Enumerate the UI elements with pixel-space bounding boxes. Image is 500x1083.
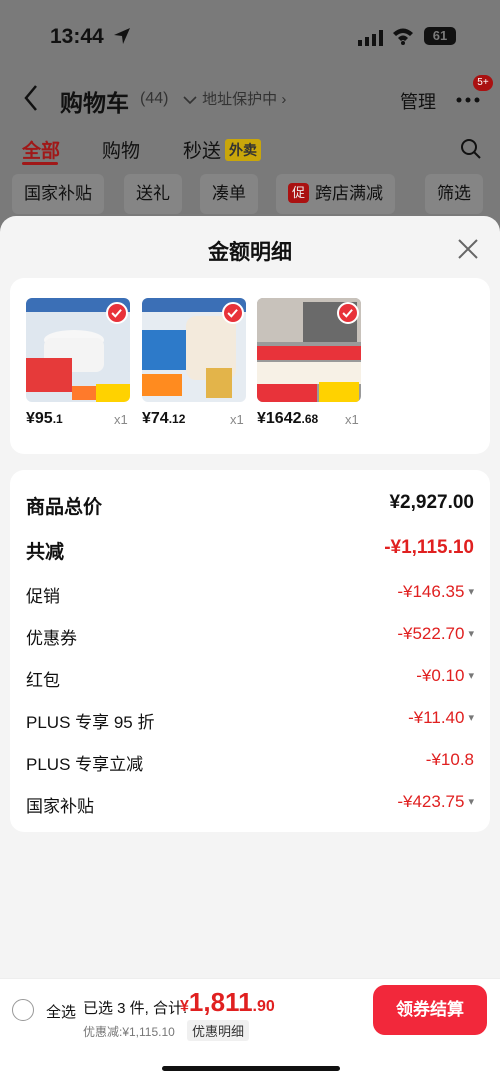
- price-integer: ¥1642: [257, 410, 302, 427]
- chip-gift[interactable]: 送礼: [124, 174, 182, 214]
- tab-shopping[interactable]: 购物: [102, 136, 140, 163]
- select-all-label[interactable]: 全选: [46, 1001, 76, 1022]
- address-protection[interactable]: 地址保护中 ›: [182, 88, 286, 109]
- summary-value: -¥11.40: [408, 708, 465, 727]
- address-label: 地址保护中 ›: [202, 91, 287, 108]
- chip-add-on[interactable]: 凑单: [200, 174, 258, 214]
- category-tabs: 全部 购物 秒送 外卖: [0, 132, 500, 166]
- status-bar: 13:44 61: [0, 0, 500, 70]
- manage-button[interactable]: 管理: [400, 88, 436, 114]
- summary-value-wrap: -¥11.40 ▾: [408, 708, 474, 728]
- summary-row-plus-discount[interactable]: PLUS 专享 95 折 -¥11.40 ▾: [26, 704, 474, 734]
- select-all-checkbox[interactable]: [12, 999, 34, 1021]
- summary-row-reduction: 共减 -¥1,115.10: [26, 533, 474, 563]
- checked-icon: [337, 302, 359, 324]
- active-tab-indicator: [22, 162, 58, 165]
- summary-value: -¥522.70: [397, 624, 465, 643]
- signal-icon: [358, 30, 383, 46]
- chip-national-subsidy[interactable]: 国家补贴: [12, 174, 104, 214]
- summary-value: -¥10.8: [425, 750, 474, 769]
- close-icon[interactable]: [456, 237, 480, 261]
- price-decimal: .12: [168, 412, 186, 426]
- discount-detail-link[interactable]: 优惠明细: [187, 1020, 250, 1041]
- selected-count: 已选 3 件, 合计:: [83, 1000, 188, 1017]
- price-decimal: .68: [301, 412, 319, 426]
- checkout-button[interactable]: 领券结算: [373, 985, 487, 1035]
- product-price: ¥95.1: [26, 410, 146, 428]
- product-quantity: x1: [230, 412, 244, 427]
- status-time: 13:44: [50, 25, 104, 48]
- summary-value: -¥423.75: [397, 792, 465, 811]
- summary-row-promotion[interactable]: 促销 -¥146.35 ▾: [26, 578, 474, 608]
- summary-value: ¥2,927.00: [389, 492, 474, 513]
- total-decimal: .90: [252, 998, 275, 1015]
- checked-icon: [106, 302, 128, 324]
- chip-cross-store[interactable]: 促跨店满减: [276, 174, 396, 214]
- price-summary-card: 商品总价 ¥2,927.00 共减 -¥1,115.10 促销 -¥146.35…: [10, 470, 490, 832]
- summary-value-wrap: -¥0.10 ▾: [416, 666, 474, 686]
- summary-label: 商品总价: [26, 497, 103, 518]
- checked-icon: [222, 302, 244, 324]
- cart-count: (44): [140, 90, 169, 107]
- promo-tag: 促: [288, 183, 310, 203]
- filter-chips: 国家补贴 送礼 凑单 促跨店满减 筛选: [0, 174, 500, 216]
- chevron-down-icon: [183, 96, 197, 105]
- summary-label: 促销: [26, 587, 60, 606]
- tab-instant-delivery-label: 秒送: [183, 141, 222, 162]
- summary-label: 优惠券: [26, 629, 77, 648]
- location-arrow-icon: [114, 28, 130, 44]
- takeout-tag: 外卖: [225, 139, 262, 161]
- page-title: 购物车: [60, 90, 129, 116]
- currency-symbol: ¥: [180, 998, 189, 1015]
- summary-value-wrap: -¥146.35 ▾: [397, 582, 474, 602]
- wifi-icon: [393, 28, 413, 45]
- battery-icon: 61: [424, 27, 456, 45]
- back-arrow-icon[interactable]: [22, 84, 40, 112]
- tab-all[interactable]: 全部: [22, 136, 60, 163]
- summary-value: -¥146.35: [397, 582, 465, 601]
- summary-label: PLUS 专享立减: [26, 755, 144, 774]
- summary-label: PLUS 专享 95 折: [26, 713, 155, 732]
- product-quantity: x1: [114, 412, 128, 427]
- product-quantity: x1: [345, 412, 359, 427]
- price-integer: ¥95: [26, 410, 53, 427]
- summary-value: -¥0.10: [416, 666, 465, 685]
- nav-bar: 购物车 (44) 地址保护中 › 管理 5+: [0, 75, 500, 118]
- chevron-down-icon: ▾: [468, 586, 474, 598]
- summary-label: 国家补贴: [26, 797, 94, 816]
- tab-instant-delivery[interactable]: 秒送 外卖: [183, 136, 262, 163]
- product-price: ¥74.12: [142, 410, 262, 428]
- home-indicator: [162, 1066, 340, 1071]
- chevron-down-icon: ▾: [468, 796, 474, 808]
- discount-amount: 优惠减:¥1,115.10: [83, 1025, 175, 1039]
- summary-row-total: 商品总价 ¥2,927.00: [26, 488, 474, 518]
- sheet-title: 金额明细: [208, 241, 292, 264]
- price-integer: ¥74: [142, 410, 169, 427]
- summary-label: 共减: [26, 542, 65, 563]
- price-decimal: .1: [52, 412, 63, 426]
- selected-products-card: ¥95.1 x1 ¥74.12 x1 ¥1642.68 x1: [10, 278, 490, 454]
- amount-detail-sheet: 金额明细 ¥95.1 x1 ¥74.12 x1 ¥1642.68 x1 商品总价…: [0, 216, 500, 1083]
- summary-row-plus-reduction: PLUS 专享立减 -¥10.8: [26, 746, 474, 776]
- summary-label: 红包: [26, 671, 60, 690]
- search-icon[interactable]: [460, 138, 482, 160]
- product-price: ¥1642.68: [257, 410, 377, 428]
- summary-row-national-subsidy[interactable]: 国家补贴 -¥423.75 ▾: [26, 788, 474, 818]
- chevron-down-icon: ▾: [468, 670, 474, 682]
- summary-value-wrap: -¥423.75 ▾: [397, 792, 474, 812]
- summary-value-wrap: -¥522.70 ▾: [397, 624, 474, 644]
- total-price: ¥1,811.90: [180, 987, 275, 1018]
- total-integer: 1,811: [188, 987, 253, 1017]
- summary-row-redpacket[interactable]: 红包 -¥0.10 ▾: [26, 662, 474, 692]
- summary-value: -¥1,115.10: [384, 537, 474, 558]
- chevron-down-icon: ▾: [468, 628, 474, 640]
- chip-cross-store-label: 跨店满减: [315, 184, 384, 203]
- notification-badge: 5+: [473, 75, 493, 91]
- chip-filter[interactable]: 筛选: [425, 174, 483, 214]
- chevron-down-icon: ▾: [468, 712, 474, 724]
- summary-row-coupon[interactable]: 优惠券 -¥522.70 ▾: [26, 620, 474, 650]
